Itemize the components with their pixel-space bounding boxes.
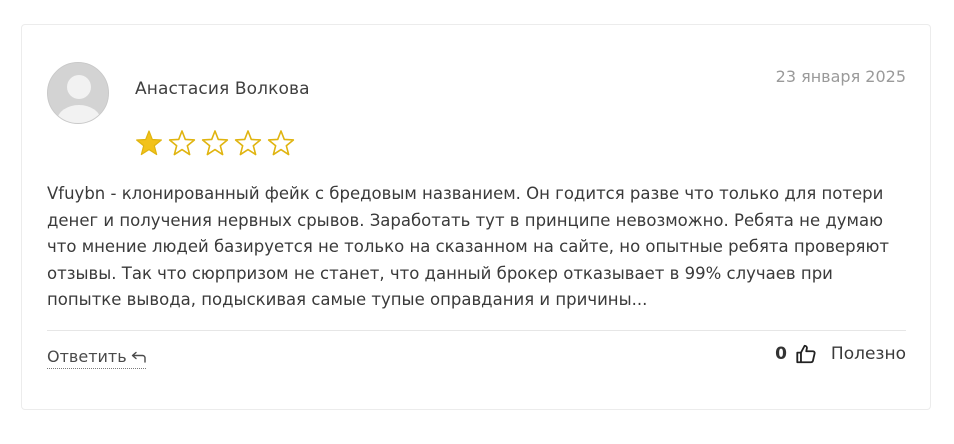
star-empty-icon (267, 130, 295, 156)
reply-label: Ответить (47, 347, 127, 366)
helpful-label: Полезно (830, 344, 906, 364)
star-empty-icon (168, 130, 196, 156)
helpful-count: 0 (775, 344, 787, 364)
review-card: Анастасия Волкова 23 января 2025 Vfuybn … (21, 24, 931, 410)
review-text: Vfuybn - клонированный фейк с бредовым н… (47, 184, 889, 309)
review-date: 23 января 2025 (775, 67, 906, 86)
thumbs-up-icon (796, 344, 816, 364)
reply-button[interactable]: Ответить (47, 347, 146, 369)
star-filled-icon (136, 130, 162, 156)
avatar (47, 62, 109, 124)
user-placeholder-icon (48, 63, 108, 123)
divider (47, 330, 906, 331)
star-rating (134, 128, 296, 158)
author-name: Анастасия Волкова (135, 79, 310, 99)
star-empty-icon (234, 130, 262, 156)
star-empty-icon (201, 130, 229, 156)
helpful-section: 0 Полезно (775, 343, 906, 365)
helpful-button[interactable] (795, 343, 817, 365)
reply-arrow-icon (131, 351, 146, 363)
